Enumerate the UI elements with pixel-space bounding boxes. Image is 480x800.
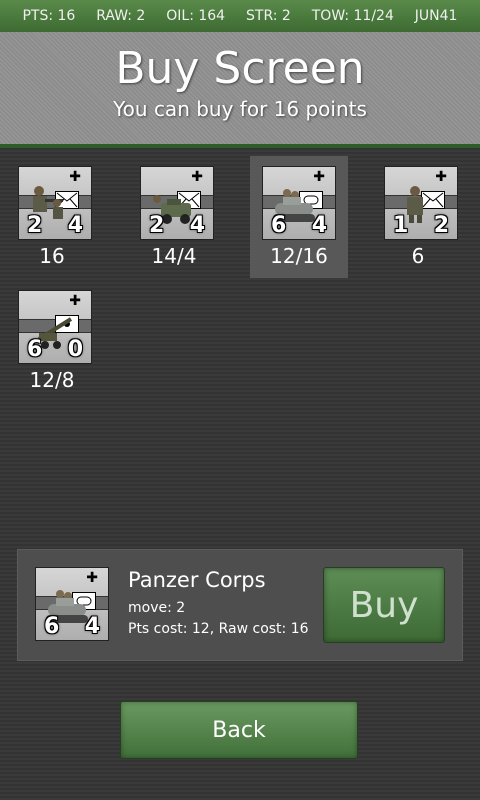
unit-cell-infantry[interactable]: ✚ 2 4 16 xyxy=(3,156,101,278)
panzer-counter: ✚ 6 4 xyxy=(262,166,336,240)
selected-unit-counter: ✚ 6 4 xyxy=(35,567,109,641)
unit-cost: 12/8 xyxy=(29,368,75,392)
attack-value: 6 xyxy=(271,213,287,238)
truck-counter: ✚ 2 4 xyxy=(140,166,214,240)
defense-value: 4 xyxy=(189,213,205,238)
attack-value: 6 xyxy=(44,614,60,639)
unit-cost: 6 xyxy=(411,244,425,268)
back-button[interactable]: Back xyxy=(120,701,358,759)
unit-cost: 14/4 xyxy=(151,244,197,268)
points-available-text: You can buy for 16 points xyxy=(113,97,367,121)
unit-cell-panzer[interactable]: ✚ 6 4 12/16 xyxy=(250,156,348,278)
defense-value: 0 xyxy=(67,337,83,362)
attack-value: 1 xyxy=(393,213,409,238)
selected-unit-move: move: 2 xyxy=(128,600,186,616)
unit-cell-truck[interactable]: ✚ 2 4 14/4 xyxy=(125,156,223,278)
unit-cell-recon[interactable]: ✚ 1 2 6 xyxy=(369,156,467,278)
tow-readout: TOW: 11/24 xyxy=(311,8,394,24)
buy-button[interactable]: Buy xyxy=(323,567,445,643)
status-bar: PTS: 16 RAW: 2 OIL: 164 STR: 2 TOW: 11/2… xyxy=(0,0,480,32)
defense-value: 4 xyxy=(84,614,100,639)
strength-readout: STR: 2 xyxy=(246,8,291,24)
unit-cost: 12/16 xyxy=(270,244,328,268)
defense-value: 2 xyxy=(433,213,449,238)
defense-value: 4 xyxy=(67,213,83,238)
defense-value: 4 xyxy=(311,213,327,238)
recon-counter: ✚ 1 2 xyxy=(384,166,458,240)
selected-unit-name: Panzer Corps xyxy=(128,568,266,592)
page-title: Buy Screen xyxy=(115,43,365,94)
date-readout: JUN41 xyxy=(414,8,458,24)
attack-value: 2 xyxy=(27,213,43,238)
attack-value: 2 xyxy=(149,213,165,238)
oil-readout: OIL: 164 xyxy=(166,8,226,24)
unit-cell-artillery[interactable]: ✚ 6 0 12/8 xyxy=(3,280,101,402)
selected-unit-costs: Pts cost: 12, Raw cost: 16 xyxy=(128,621,309,637)
points-readout: PTS: 16 xyxy=(22,8,76,24)
attack-value: 6 xyxy=(27,337,43,362)
unit-details-panel: ✚ 6 4 Panzer Corps move: 2 Pts cost: 12,… xyxy=(17,549,463,661)
artillery-counter: ✚ 6 0 xyxy=(18,290,92,364)
page-header: Buy Screen You can buy for 16 points xyxy=(0,32,480,148)
raw-readout: RAW: 2 xyxy=(96,8,146,24)
infantry-counter: ✚ 2 4 xyxy=(18,166,92,240)
unit-cost: 16 xyxy=(39,244,65,268)
